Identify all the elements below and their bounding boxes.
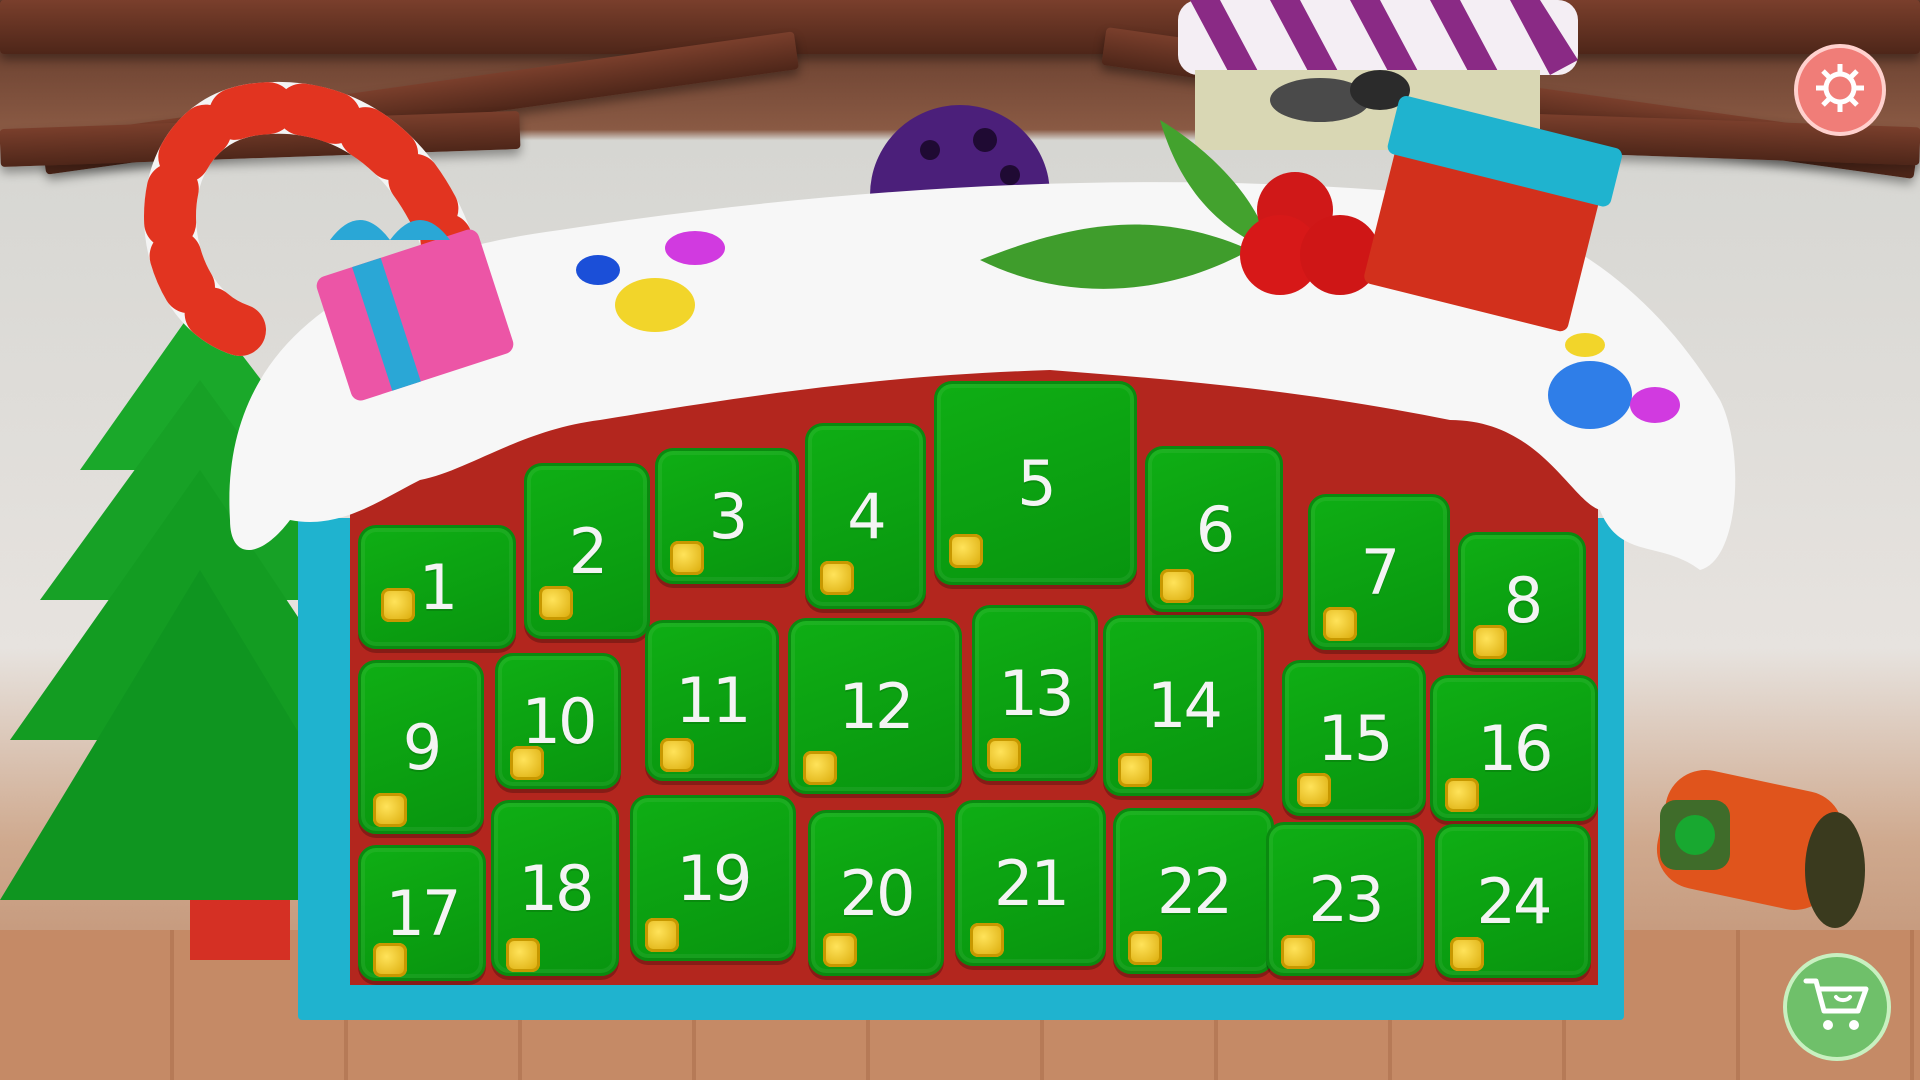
snow-roof: [229, 95, 1736, 570]
shopping-cart-icon: [1802, 975, 1872, 1039]
gear-icon: [1812, 60, 1868, 120]
shop-button[interactable]: [1783, 953, 1891, 1061]
settings-button[interactable]: [1794, 44, 1886, 136]
